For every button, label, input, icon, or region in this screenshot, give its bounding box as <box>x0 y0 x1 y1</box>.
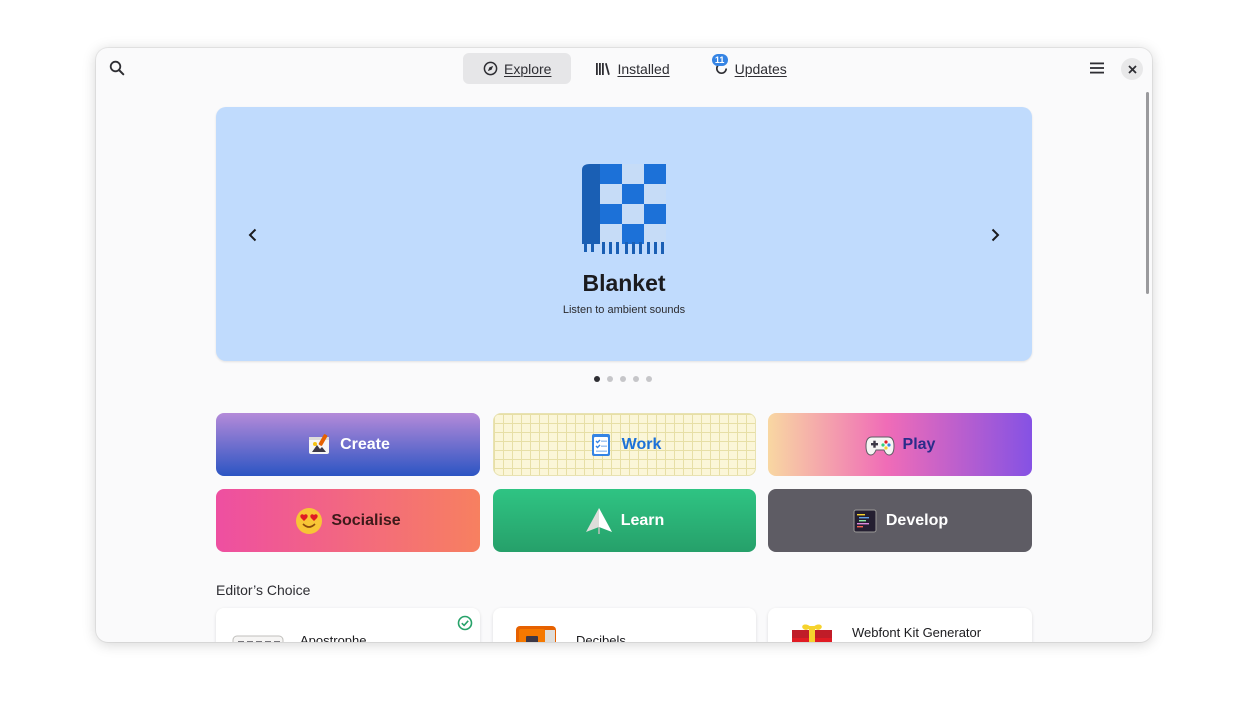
category-learn-label: Learn <box>620 511 665 529</box>
editors-choice-heading: Editor’s Choice <box>216 582 311 598</box>
header-bar: Explore Installed 11 Updates <box>96 48 1152 88</box>
apostrophe-app-icon <box>232 635 284 642</box>
category-develop-tile[interactable]: Develop <box>768 489 1032 552</box>
tab-updates[interactable]: 11 Updates <box>694 53 807 84</box>
gamepad-icon <box>865 436 895 456</box>
view-switcher: Explore Installed 11 Updates <box>463 53 807 84</box>
tab-installed-label: Installed <box>617 60 670 77</box>
carousel-dot-5[interactable] <box>646 376 652 382</box>
app-name: Decibels <box>576 633 626 642</box>
category-develop-label: Develop <box>885 511 949 529</box>
webfont-kit-generator-app-icon <box>792 624 832 642</box>
hamburger-menu-icon <box>1090 62 1104 74</box>
search-icon <box>109 60 125 76</box>
library-icon <box>596 62 611 75</box>
featured-app-summary: Listen to ambient sounds <box>562 304 686 316</box>
work-icon <box>591 433 610 456</box>
category-play-tile[interactable]: Play <box>768 413 1032 476</box>
tab-explore[interactable]: Explore <box>463 53 572 84</box>
close-icon <box>1127 64 1137 74</box>
app-card-webfont-kit-generator[interactable]: Webfont Kit Generator <box>768 608 1032 642</box>
heart-eyes-emoji-icon <box>296 507 323 534</box>
carousel-previous-button[interactable] <box>239 221 267 249</box>
app-card-apostrophe[interactable]: Apostrophe <box>216 608 480 642</box>
featured-app-name: Blanket <box>582 270 666 296</box>
category-create-label: Create <box>340 435 390 453</box>
carousel-dot-2[interactable] <box>607 376 613 382</box>
terminal-icon <box>853 509 877 532</box>
updates-count-badge: 11 <box>711 54 728 66</box>
carousel-page-indicator <box>594 376 652 382</box>
tab-installed[interactable]: Installed <box>575 53 689 84</box>
app-name: Webfont Kit Generator <box>852 625 982 640</box>
search-button[interactable] <box>104 55 130 81</box>
tab-updates-label: Updates <box>734 60 787 77</box>
category-play-label: Play <box>902 435 936 453</box>
tab-explore-label: Explore <box>504 60 552 77</box>
close-window-button[interactable] <box>1121 58 1143 80</box>
category-socialise-label: Socialise <box>331 511 401 529</box>
carousel-dot-3[interactable] <box>620 376 626 382</box>
gnome-software-window: Explore Installed 11 Updates Blanket Lis… <box>96 48 1152 642</box>
chevron-right-icon <box>991 228 1000 242</box>
category-create-tile[interactable]: Create <box>216 413 480 476</box>
carousel-next-button[interactable] <box>981 221 1009 249</box>
category-work-tile[interactable]: Work <box>493 413 756 476</box>
carousel-dot-1[interactable] <box>594 376 600 382</box>
blanket-app-icon <box>582 164 666 254</box>
installed-check-icon <box>457 615 473 631</box>
compass-icon <box>483 61 498 76</box>
main-menu-button[interactable] <box>1084 55 1110 81</box>
chevron-left-icon <box>248 228 257 242</box>
featured-carousel[interactable]: Blanket Listen to ambient sounds <box>216 107 1032 361</box>
decibels-app-icon <box>516 626 556 642</box>
scrollbar[interactable] <box>1146 92 1149 294</box>
category-work-label: Work <box>621 435 662 453</box>
app-card-decibels[interactable]: Decibels <box>493 608 756 642</box>
category-learn-tile[interactable]: Learn <box>493 489 756 552</box>
carousel-dot-4[interactable] <box>633 376 639 382</box>
app-name: Apostrophe <box>300 633 367 642</box>
create-icon <box>309 433 330 454</box>
paper-plane-icon <box>585 507 612 534</box>
category-socialise-tile[interactable]: Socialise <box>216 489 480 552</box>
